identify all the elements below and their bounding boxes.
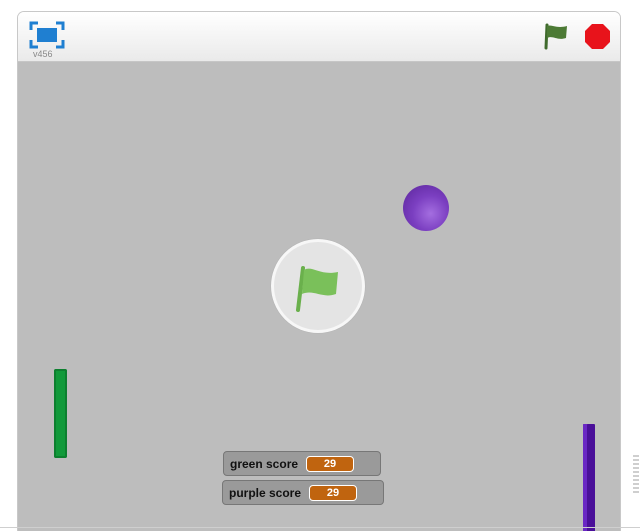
monitor-value: 29 — [309, 484, 358, 501]
green-flag-icon — [544, 23, 567, 50]
monitor-label: purple score — [229, 485, 302, 500]
stage[interactable]: green score 29 purple score 29 — [18, 62, 620, 531]
stop-icon — [585, 24, 610, 49]
fullscreen-button[interactable] — [29, 21, 65, 49]
monitor-label: green score — [230, 456, 299, 471]
purple-paddle-sprite[interactable] — [583, 424, 595, 531]
divider — [0, 527, 640, 528]
variable-monitor-purple-score: purple score 29 — [222, 480, 384, 505]
version-label: v456 — [33, 49, 53, 59]
fullscreen-icon — [29, 21, 65, 49]
ball-sprite[interactable] — [403, 185, 449, 231]
project-player: v456 green score 29 purple score 29 — [17, 11, 621, 531]
green-flag-icon — [296, 266, 338, 312]
player-toolbar: v456 — [18, 12, 620, 62]
monitor-value: 29 — [306, 455, 355, 472]
green-paddle-sprite[interactable] — [54, 369, 67, 458]
variable-monitor-green-score: green score 29 — [223, 451, 381, 476]
resize-grip[interactable] — [633, 455, 639, 495]
start-green-flag-overlay[interactable] — [271, 239, 365, 333]
stop-button[interactable] — [584, 23, 611, 50]
green-flag-button[interactable] — [542, 22, 570, 50]
